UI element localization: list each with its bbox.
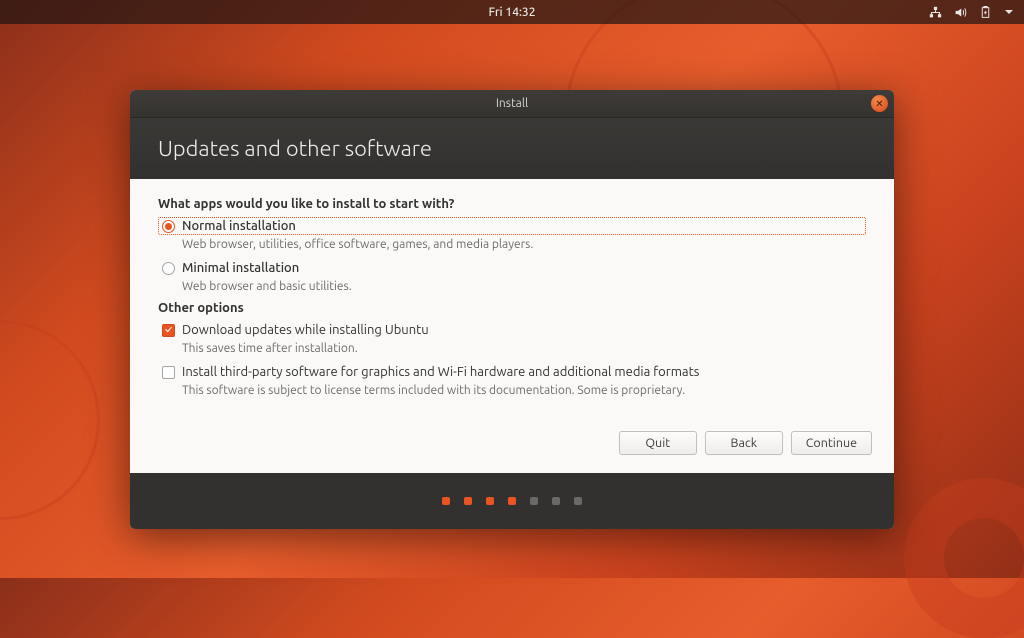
progress-dots: [130, 473, 894, 529]
content-area: What apps would you like to install to s…: [130, 179, 894, 417]
radio-icon: [162, 220, 175, 233]
progress-dot: [530, 497, 538, 505]
progress-dot: [442, 497, 450, 505]
progress-dot: [552, 497, 560, 505]
download-updates-desc: This saves time after installation.: [182, 342, 866, 355]
checkbox-icon: [162, 366, 175, 379]
continue-button[interactable]: Continue: [791, 431, 872, 455]
checkbox-download-updates[interactable]: Download updates while installing Ubuntu: [158, 321, 866, 339]
top-menu-bar: Fri 14:32: [0, 0, 1024, 24]
radio-icon: [162, 262, 175, 275]
battery-icon[interactable]: [979, 6, 992, 19]
radio-minimal-installation[interactable]: Minimal installation: [158, 259, 866, 277]
progress-dot: [508, 497, 516, 505]
other-options-heading: Other options: [158, 301, 866, 315]
clock[interactable]: Fri 14:32: [489, 6, 536, 19]
progress-dot: [464, 497, 472, 505]
minimal-installation-desc: Web browser and basic utilities.: [182, 280, 866, 293]
radio-normal-installation[interactable]: Normal installation: [158, 217, 866, 235]
checkbox-label: Install third-party software for graphic…: [182, 365, 699, 379]
checkbox-icon: [162, 324, 175, 337]
radio-label: Minimal installation: [182, 261, 299, 275]
window-titlebar[interactable]: Install ✕: [130, 90, 894, 118]
progress-dot: [574, 497, 582, 505]
quit-button[interactable]: Quit: [619, 431, 697, 455]
system-tray: [929, 6, 1024, 19]
button-row: Quit Back Continue: [130, 417, 894, 473]
page-heading-bar: Updates and other software: [130, 118, 894, 179]
checkbox-label: Download updates while installing Ubuntu: [182, 323, 429, 337]
chevron-down-icon[interactable]: [1004, 7, 1014, 17]
normal-installation-desc: Web browser, utilities, office software,…: [182, 238, 866, 251]
back-button[interactable]: Back: [705, 431, 783, 455]
network-icon[interactable]: [929, 6, 942, 19]
close-icon: ✕: [875, 98, 883, 110]
third-party-desc: This software is subject to license term…: [182, 384, 866, 397]
window-title: Install: [496, 97, 528, 110]
installer-window: Install ✕ Updates and other software Wha…: [130, 90, 894, 529]
progress-dot: [486, 497, 494, 505]
volume-icon[interactable]: [954, 6, 967, 19]
checkbox-third-party[interactable]: Install third-party software for graphic…: [158, 363, 866, 381]
apps-question: What apps would you like to install to s…: [158, 197, 866, 211]
page-heading: Updates and other software: [158, 136, 432, 161]
radio-label: Normal installation: [182, 219, 296, 233]
close-button[interactable]: ✕: [871, 95, 888, 112]
